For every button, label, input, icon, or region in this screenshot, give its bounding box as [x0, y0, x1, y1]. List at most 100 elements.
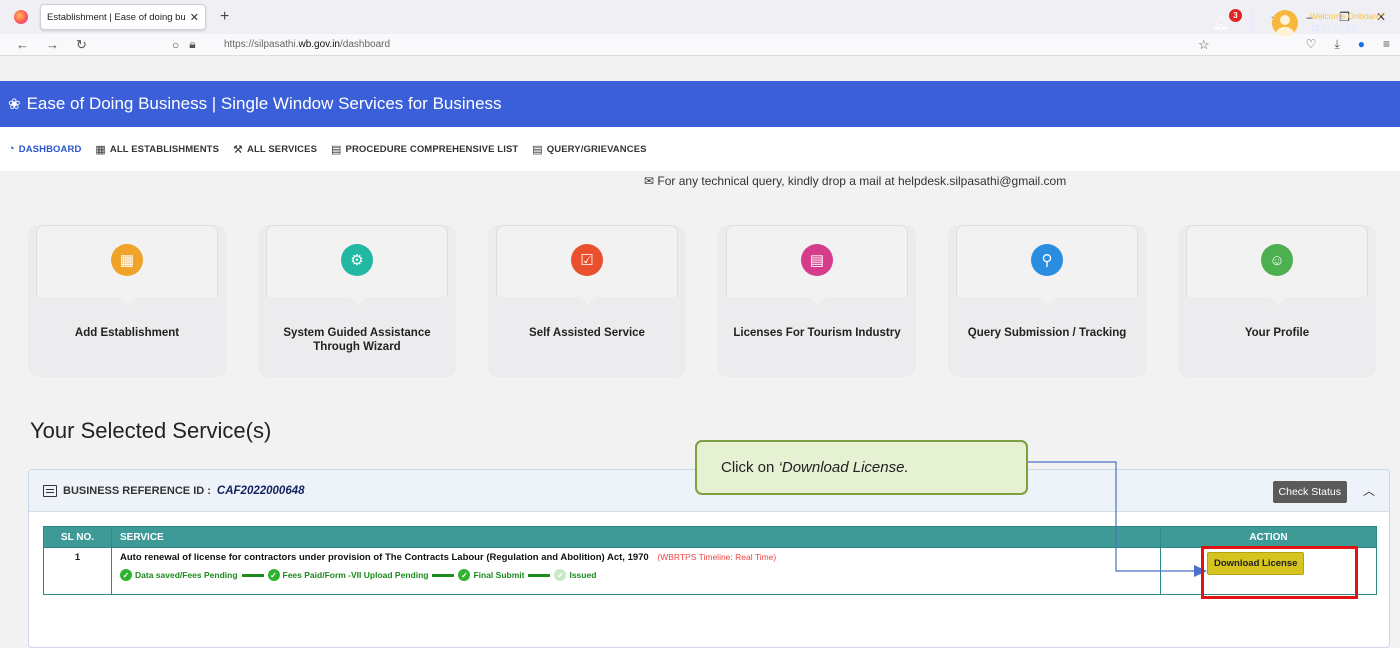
nav-procedure-list[interactable]: ▤ PROCEDURE COMPREHENSIVE LIST [331, 143, 518, 156]
download-icon[interactable]: ⤓ [1334, 37, 1339, 52]
gear-icon: ⚙ [341, 244, 373, 276]
card-arrow [578, 295, 598, 305]
helpdesk-text: For any technical query, kindly drop a m… [657, 174, 1067, 188]
chevron-up-icon[interactable]: ︿ [1363, 482, 1375, 499]
dashboard-icon: ◔ [8, 143, 15, 155]
ref-label: BUSINESS REFERENCE ID : [63, 484, 211, 497]
new-tab-icon[interactable]: + [220, 8, 229, 26]
card-label: System Guided Assistance Through Wizard [283, 327, 431, 353]
card-your-profile[interactable]: ☺ Your Profile [1178, 225, 1376, 377]
reload-icon[interactable]: ↻ [76, 37, 90, 53]
card-tourism-licenses[interactable]: ▤ Licenses For Tourism Industry [718, 225, 916, 377]
app-logo-icon: ❀ [8, 96, 21, 113]
check-circle-icon: ✓ [554, 569, 567, 581]
user-name[interactable]: TEST USER [1310, 23, 1358, 33]
lock-icon[interactable]: 🔒︎ [189, 37, 195, 52]
building-icon: ▦ [111, 244, 143, 276]
bookmark-star-icon[interactable]: ☆ [1198, 37, 1210, 53]
highlight-box [1201, 546, 1358, 599]
cell-service: Auto renewal of license for contractors … [111, 547, 1161, 595]
card-label: Your Profile [1244, 327, 1310, 339]
checklist-grid-icon: ☑ [571, 244, 603, 276]
header-divider [1252, 12, 1253, 34]
step-label: Fees Paid/Form -VII Upload Pending [282, 570, 429, 580]
list-icon: ▤ [331, 143, 342, 156]
step-connector [432, 573, 455, 577]
nav-label: QUERY/GRIEVANCES [546, 143, 647, 155]
back-icon[interactable]: ← [16, 37, 30, 52]
check-circle-icon: ✓ [458, 569, 471, 581]
nav-label: PROCEDURE COMPREHENSIVE LIST [345, 143, 519, 155]
url-toolbar: ← → ↻ ○ 🔒︎ https://silpasathi.wb.gov.in/… [0, 34, 1400, 56]
notification-badge[interactable]: 3 [1229, 9, 1242, 22]
account-icon[interactable]: ● [1358, 37, 1365, 52]
step-connector [528, 573, 551, 577]
check-circle-icon: ✓ [267, 569, 280, 581]
tab-close-icon[interactable]: ✕ [190, 11, 199, 24]
card-add-establishment[interactable]: ▦ Add Establishment [28, 225, 226, 377]
welcome-text[interactable]: Welcome Onboard* [1310, 11, 1384, 21]
col-service: SERVICE [111, 526, 1161, 548]
check-status-button[interactable]: Check Status [1272, 481, 1347, 503]
list-icon: ▤ [532, 143, 543, 156]
card-self-assisted[interactable]: ☑ Self Assisted Service [488, 225, 686, 377]
card-label: Add Establishment [74, 327, 180, 339]
url-security-icons: ○ 🔒︎ [172, 37, 196, 52]
card-arrow [1038, 295, 1058, 305]
browser-tabbar: Establishment | Ease of doing busin ✕ + … [0, 0, 1400, 34]
avatar[interactable] [1272, 10, 1298, 36]
url-path: /dashboard [340, 39, 391, 50]
browser-toolbar-icons: ♡ ⤓ ● ≡ [1306, 37, 1390, 52]
url-prefix: https://silpasathi. [224, 39, 299, 50]
cell-sl: 1 [43, 547, 112, 595]
url-domain: wb.gov.in [298, 39, 340, 50]
document-icon [43, 484, 57, 497]
step-connector [241, 573, 264, 577]
url-field[interactable]: https://silpasathi.wb.gov.in/dashboard [224, 39, 390, 50]
step-label: Issued [569, 570, 597, 580]
ref-id: CAF2022000648 [216, 484, 305, 497]
nav-all-services[interactable]: ⚒ ALL SERVICES [233, 143, 317, 156]
app-title[interactable]: Ease of Doing Business | Single Window S… [27, 94, 502, 114]
wrench-icon: ⚒ [233, 143, 243, 156]
callout-prefix: Click on [721, 459, 775, 476]
card-arrow [1268, 295, 1288, 305]
bell-icon[interactable]: 🔔︎ [1212, 14, 1230, 31]
col-action: ACTION [1160, 526, 1377, 548]
card-arrow [118, 295, 138, 305]
card-guided-assistance[interactable]: ⚙ System Guided Assistance Through Wizar… [258, 225, 456, 377]
envelope-icon: ✉ [644, 174, 655, 188]
table-header-row: SL NO. SERVICE ACTION [43, 526, 1377, 548]
service-timeline: (WBRTPS Timeline: Real Time) [657, 552, 777, 562]
service-panel: BUSINESS REFERENCE ID : CAF2022000648 Ch… [28, 469, 1390, 648]
card-arrow [808, 295, 828, 305]
card-label: Query Submission / Tracking [967, 327, 1127, 339]
browser-tab[interactable]: Establishment | Ease of doing busin ✕ [40, 4, 206, 30]
step-label: Final Submit [473, 570, 525, 580]
pocket-icon[interactable]: ♡ [1306, 37, 1317, 52]
card-query-tracking[interactable]: ⚲ Query Submission / Tracking [948, 225, 1146, 377]
col-sl: SL NO. [43, 526, 112, 548]
callout-italic: ‘Download License. [778, 459, 909, 476]
search-icon: ⚲ [1031, 244, 1063, 276]
instruction-callout: Click on ‘Download License. [695, 440, 1028, 495]
nav-all-establishments[interactable]: ▦ ALL ESTABLISHMENTS [95, 143, 219, 156]
nav-label: ALL SERVICES [247, 143, 318, 155]
nav-query-grievances[interactable]: ▤ QUERY/GRIEVANCES [532, 143, 646, 156]
card-arrow [348, 295, 368, 305]
app-header: ❀ Ease of Doing Business | Single Window… [0, 81, 1400, 127]
check-circle-icon: ✓ [120, 569, 132, 581]
tab-title: Establishment | Ease of doing busin [47, 11, 186, 23]
profile-icon: ☺ [1261, 244, 1293, 276]
nav-label: DASHBOARD [18, 143, 82, 155]
card-label: Licenses For Tourism Industry [733, 327, 901, 339]
helpdesk-info: ✉ For any technical query, kindly drop a… [644, 174, 1066, 188]
browser-logo-icon [14, 10, 28, 24]
building-icon: ▦ [95, 143, 106, 156]
card-label: Self Assisted Service [529, 327, 645, 339]
service-name: Auto renewal of license for contractors … [120, 552, 649, 563]
forward-icon[interactable]: → [46, 37, 60, 52]
shield-icon[interactable]: ○ [172, 38, 179, 52]
menu-icon[interactable]: ≡ [1383, 37, 1390, 52]
nav-dashboard[interactable]: ◔ DASHBOARD [8, 143, 81, 155]
